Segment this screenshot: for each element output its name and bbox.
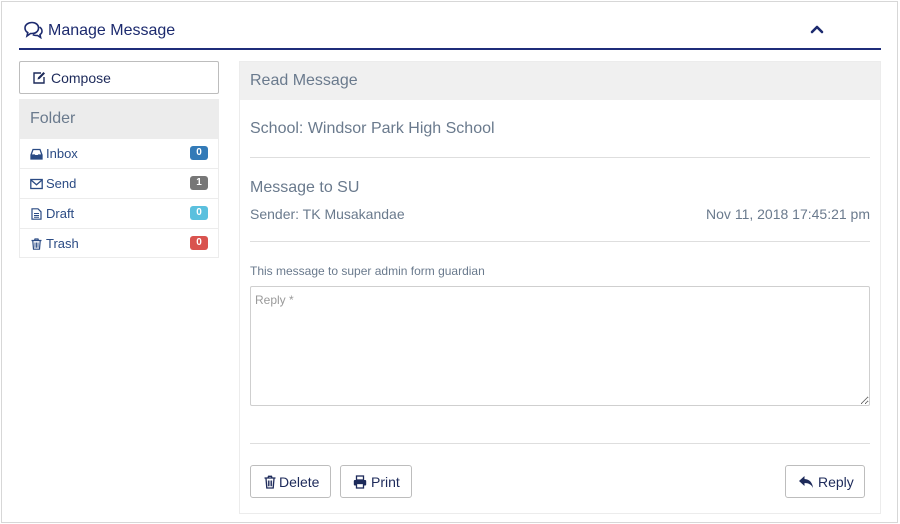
trash-icon (264, 475, 276, 489)
folder-item-trash[interactable]: Trash 0 (20, 229, 218, 259)
message-body: This message to super admin form guardia… (250, 264, 485, 278)
delete-label: Delete (279, 474, 320, 490)
divider (250, 157, 870, 158)
divider (250, 241, 870, 242)
folder-panel: Folder Inbox 0 Send 1 Draft 0 Trash 0 (19, 99, 219, 258)
folder-label: Send (46, 176, 77, 191)
delete-button[interactable]: Delete (250, 465, 331, 498)
folder-item-draft[interactable]: Draft 0 (20, 199, 218, 229)
inbox-count-badge: 0 (190, 146, 208, 160)
message-sender: Sender: TK Musakandae (250, 206, 405, 222)
folder-item-inbox[interactable]: Inbox 0 (20, 139, 218, 169)
folder-label: Inbox (46, 146, 78, 161)
comments-icon (24, 21, 43, 39)
message-subject: Message to SU (250, 179, 360, 196)
page-title: Manage Message (48, 22, 176, 39)
compose-label: Compose (51, 70, 111, 86)
reply-label: Reply (818, 474, 854, 490)
folder-item-send[interactable]: Send 1 (20, 169, 218, 199)
file-text-icon (31, 208, 42, 220)
divider (250, 443, 870, 444)
send-count-badge: 1 (190, 176, 208, 190)
school-name: School: Windsor Park High School (250, 120, 495, 137)
panel-header: Manage Message (19, 12, 881, 50)
print-label: Print (371, 474, 400, 490)
print-icon (353, 475, 367, 489)
message-date: Nov 11, 2018 17:45:21 pm (706, 206, 870, 222)
compose-button[interactable]: Compose (19, 61, 219, 94)
trash-count-badge: 0 (190, 236, 208, 250)
read-message-title: Read Message (250, 72, 358, 89)
draft-count-badge: 0 (190, 206, 208, 220)
reply-icon (799, 476, 813, 488)
chevron-up-icon[interactable] (808, 20, 826, 38)
folder-label: Trash (46, 236, 79, 251)
read-message-header: Read Message (240, 62, 880, 100)
reply-button[interactable]: Reply (785, 465, 865, 498)
print-button[interactable]: Print (340, 465, 412, 498)
envelope-icon (30, 178, 43, 190)
folder-label: Draft (46, 206, 75, 221)
trash-icon (31, 238, 42, 250)
read-message-panel: Read Message School: Windsor Park High S… (239, 61, 881, 514)
edit-icon (33, 72, 45, 84)
reply-textarea[interactable] (250, 286, 870, 406)
folder-title: Folder (30, 110, 76, 127)
folder-header: Folder (20, 100, 218, 139)
inbox-icon (30, 148, 43, 160)
